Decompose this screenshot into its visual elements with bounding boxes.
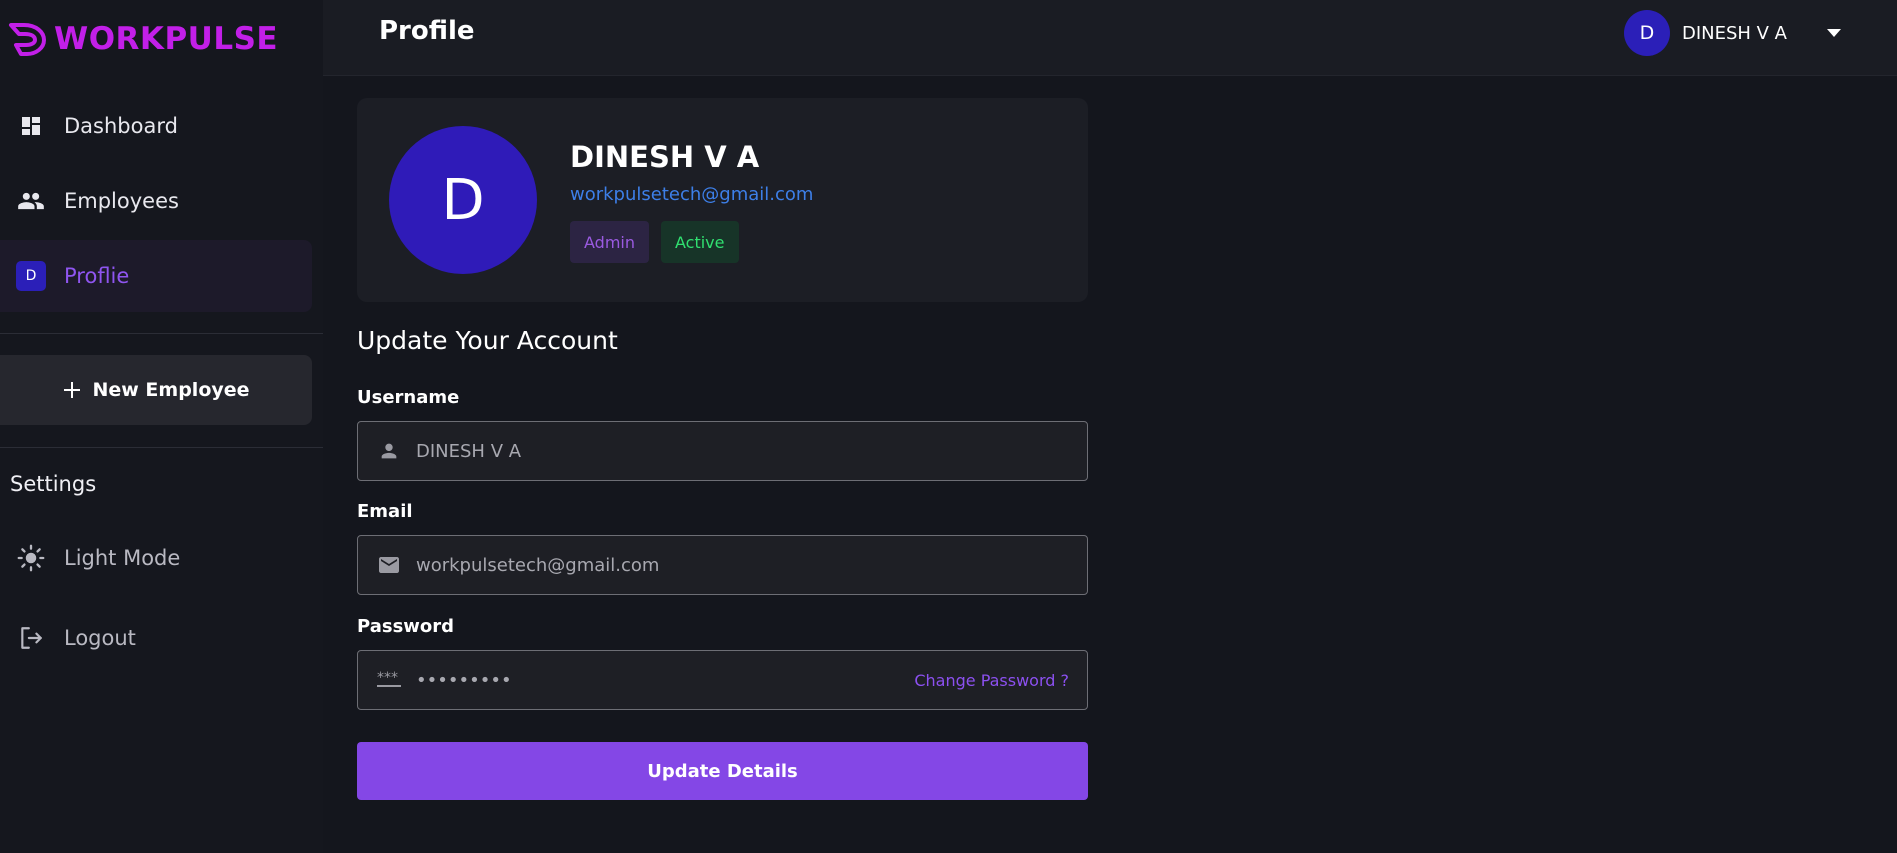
logout-icon	[16, 623, 46, 653]
profile-name: DINESH V A	[570, 140, 760, 174]
logo[interactable]: WORKPULSE	[8, 18, 278, 60]
username-label: Username	[357, 387, 460, 408]
people-icon	[16, 186, 46, 216]
sidebar: WORKPULSE Dashboard Employees D Proflie …	[0, 0, 323, 853]
light-mode-label: Light Mode	[64, 546, 181, 570]
sidebar-divider	[0, 333, 323, 334]
email-field[interactable]: workpulsetech@gmail.com	[357, 535, 1088, 595]
profile-email: workpulsetech@gmail.com	[570, 184, 814, 205]
new-employee-label: New Employee	[92, 379, 250, 401]
change-password-link[interactable]: Change Password ?	[914, 671, 1069, 690]
status-badge: Active	[661, 221, 739, 263]
email-value: workpulsetech@gmail.com	[416, 554, 660, 576]
sun-icon	[16, 543, 46, 573]
password-label: Password	[357, 616, 455, 637]
sidebar-avatar: D	[16, 261, 46, 291]
sidebar-item-label: Employees	[64, 189, 179, 213]
chevron-down-icon[interactable]	[1827, 29, 1841, 37]
workpulse-logo-icon	[9, 23, 46, 56]
user-menu[interactable]: D DINESH V A	[1623, 10, 1841, 56]
sidebar-item-dashboard[interactable]: Dashboard	[0, 90, 312, 162]
person-icon	[376, 438, 402, 464]
update-details-button[interactable]: Update Details	[357, 742, 1088, 800]
light-mode-toggle[interactable]: Light Mode	[0, 522, 312, 594]
sidebar-item-profile[interactable]: D Proflie	[0, 240, 312, 312]
username-field[interactable]: DINESH V A	[357, 421, 1088, 481]
settings-heading: Settings	[10, 472, 97, 496]
profile-avatar: D	[389, 126, 537, 274]
form-title: Update Your Account	[357, 326, 618, 355]
mail-icon	[376, 552, 402, 578]
password-value: •••••••••	[416, 669, 512, 691]
top-bar: Profile D DINESH V A	[323, 0, 1897, 76]
page-title: Profile	[379, 16, 475, 46]
sidebar-item-label: Dashboard	[64, 114, 178, 138]
profile-card: D DINESH V A workpulsetech@gmail.com Adm…	[357, 98, 1088, 302]
user-name: DINESH V A	[1681, 22, 1787, 44]
password-icon: ***	[376, 667, 402, 693]
password-field[interactable]: *** ••••••••• Change Password ?	[357, 650, 1088, 710]
email-label: Email	[357, 501, 413, 522]
logout-label: Logout	[64, 626, 136, 650]
brand-name: WORKPULSE	[54, 21, 279, 57]
profile-badges: Admin Active	[570, 221, 739, 263]
avatar: D	[1623, 10, 1670, 56]
username-value: DINESH V A	[416, 440, 522, 462]
sidebar-item-label: Proflie	[64, 264, 130, 288]
new-employee-button[interactable]: New Employee	[0, 355, 312, 425]
plus-icon	[64, 382, 81, 398]
avatar-icon: D	[16, 261, 46, 291]
sidebar-divider	[0, 447, 323, 448]
svg-text:***: ***	[377, 670, 398, 686]
logout-button[interactable]: Logout	[0, 602, 312, 674]
role-badge: Admin	[570, 221, 649, 263]
dashboard-icon	[16, 111, 46, 141]
sidebar-item-employees[interactable]: Employees	[0, 165, 312, 237]
